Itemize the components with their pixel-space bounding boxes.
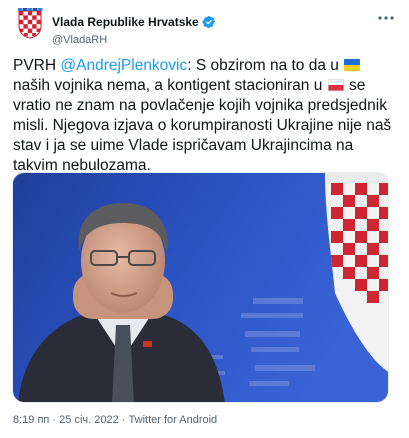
ukraine-flag-icon [344,59,361,71]
tweet-text-part-1: : S obzirom na to da u [187,57,344,74]
more-options-icon[interactable] [377,12,395,24]
account-names[interactable]: Vlada Republike Hrvatske @VladaRH [52,13,216,47]
tweet-source[interactable]: Twitter for Android [129,414,218,426]
tweet-header: Vlada Republike Hrvatske @VladaRH [15,8,397,47]
mention-link[interactable]: @AndrejPlenkovic [60,57,187,74]
tweet-text-part-2: naših vojnika nema, a kontigent stacioni… [13,77,327,94]
tweet-metadata: 8:19 пп · 25 січ. 2022 · Twitter for And… [13,414,217,426]
account-handle[interactable]: @VladaRH [52,33,216,47]
meta-separator-2: · [118,414,129,426]
tweet-photo[interactable] [12,172,389,403]
croatian-coat-of-arms-icon[interactable] [15,8,45,40]
display-name-text[interactable]: Vlada Republike Hrvatske [52,15,199,29]
account-display-name[interactable]: Vlada Republike Hrvatske [52,15,216,29]
tweet-text: PVRH @AndrejPlenkovic: S obzirom na to d… [13,56,395,176]
photo-image [13,173,388,402]
tweet-date[interactable]: 25 січ. 2022 [59,414,119,426]
tweet-text-prefix: PVRH [13,57,61,74]
verified-badge-icon [202,16,215,28]
poland-flag-icon [327,79,344,91]
lapel-pin [143,341,152,347]
tweet-time[interactable]: 8:19 пп [13,414,49,426]
meta-separator-1: · [49,414,60,426]
